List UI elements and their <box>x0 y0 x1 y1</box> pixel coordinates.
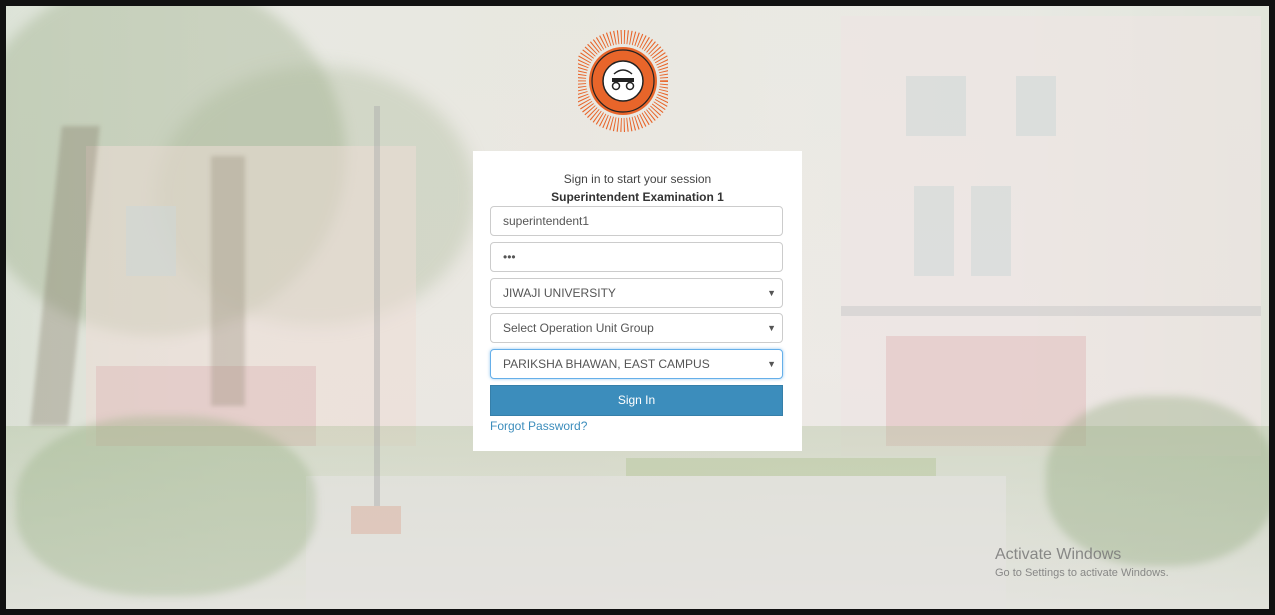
exam-center-select-value: PARIKSHA BHAWAN, EAST CAMPUS <box>503 357 710 371</box>
background-planter <box>626 458 936 476</box>
login-panel: Sign in to start your session Superinten… <box>473 151 802 451</box>
exam-center-select[interactable]: PARIKSHA BHAWAN, EAST CAMPUS ▼ <box>490 349 783 379</box>
university-select-value: JIWAJI UNIVERSITY <box>503 286 616 300</box>
password-input[interactable]: ••• <box>490 242 783 272</box>
login-heading: Superintendent Examination 1 <box>551 190 724 204</box>
activate-windows-subtitle: Go to Settings to activate Windows. <box>995 567 1169 579</box>
university-select[interactable]: JIWAJI UNIVERSITY ▼ <box>490 278 783 308</box>
sign-in-button[interactable]: Sign In <box>490 385 783 416</box>
activate-windows-watermark: Activate Windows Go to Settings to activ… <box>995 546 1169 579</box>
username-input[interactable]: superintendent1 <box>490 206 783 236</box>
background-bush <box>1046 396 1269 566</box>
operation-unit-group-select[interactable]: Select Operation Unit Group ▼ <box>490 313 783 343</box>
background-window <box>1016 76 1056 136</box>
operation-unit-group-select-value: Select Operation Unit Group <box>503 321 654 335</box>
background-window <box>971 186 1011 276</box>
caret-down-icon: ▼ <box>767 323 776 333</box>
background-window <box>914 186 954 276</box>
caret-down-icon: ▼ <box>767 288 776 298</box>
university-logo <box>578 30 668 132</box>
background-window <box>906 76 966 136</box>
caret-down-icon: ▼ <box>767 359 776 369</box>
forgot-password-link[interactable]: Forgot Password? <box>490 419 587 433</box>
background-road <box>306 476 1006 609</box>
background-building <box>841 306 1261 316</box>
login-subtitle: Sign in to start your session <box>563 172 712 186</box>
activate-windows-title: Activate Windows <box>995 546 1122 563</box>
background-tree-trunk <box>211 156 245 406</box>
background-post <box>351 506 401 534</box>
background-window <box>126 206 176 276</box>
background-bush <box>16 416 316 596</box>
background-lamp-post <box>374 106 380 506</box>
